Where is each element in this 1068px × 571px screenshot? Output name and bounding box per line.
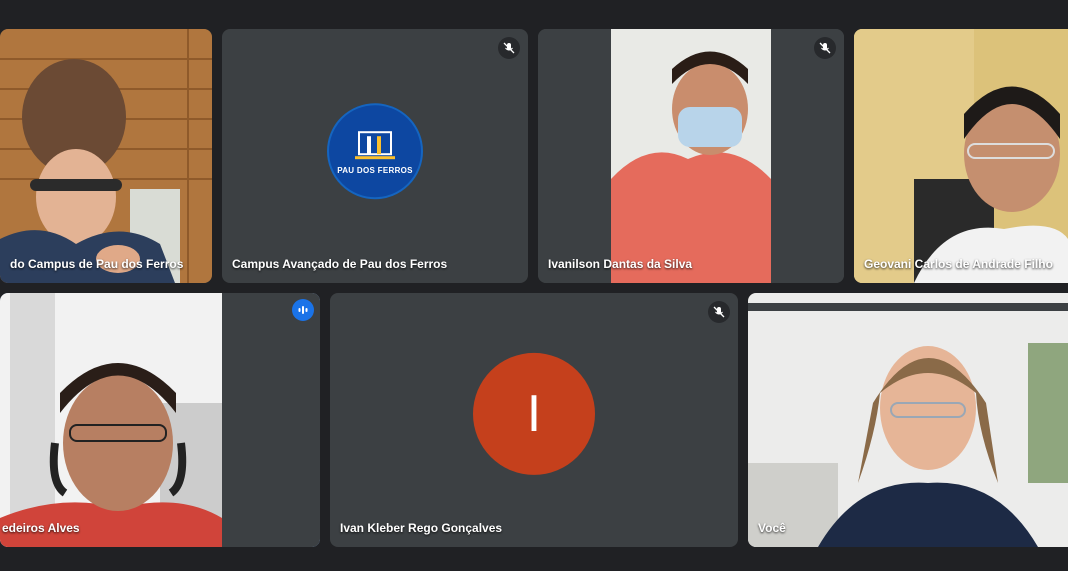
mic-off-icon bbox=[498, 37, 520, 59]
participant-name-5: edeiros Alves bbox=[2, 521, 80, 535]
participant-name-6: Ivan Kleber Rego Gonçalves bbox=[340, 521, 503, 535]
participant-tile-5[interactable]: edeiros Alves bbox=[0, 293, 320, 547]
mic-off-icon bbox=[814, 37, 836, 59]
participant-name-1: do Campus de Pau dos Ferros bbox=[10, 257, 184, 271]
participant-name-4: Geovani Carlos de Andrade Filho bbox=[864, 257, 1053, 271]
participant-video-1 bbox=[0, 29, 212, 283]
speaking-indicator-icon bbox=[292, 299, 314, 321]
participant-tile-2[interactable]: PAU DOS FERROS Campus Avançado de Pau do… bbox=[222, 29, 528, 283]
participant-name-2: Campus Avançado de Pau dos Ferros bbox=[232, 257, 448, 271]
mic-off-icon bbox=[708, 301, 730, 323]
participant-tile-self[interactable]: Você bbox=[748, 293, 1068, 547]
participant-name-self: Você bbox=[758, 521, 786, 535]
participant-video-3 bbox=[538, 29, 844, 283]
participant-video-self bbox=[748, 293, 1068, 547]
campus-logo: PAU DOS FERROS bbox=[327, 103, 423, 200]
building-icon bbox=[355, 130, 395, 159]
participant-avatar: I bbox=[473, 352, 595, 475]
participant-name-3: Ivanilson Dantas da Silva bbox=[548, 257, 693, 271]
participant-tile-6[interactable]: I Ivan Kleber Rego Gonçalves bbox=[330, 293, 738, 547]
participant-tile-3[interactable]: Ivanilson Dantas da Silva bbox=[538, 29, 844, 283]
participant-video-4 bbox=[854, 29, 1068, 283]
participant-tile-1[interactable]: do Campus de Pau dos Ferros bbox=[0, 29, 212, 283]
logo-text: PAU DOS FERROS bbox=[337, 165, 413, 175]
participant-video-5 bbox=[0, 293, 320, 547]
participant-tile-4[interactable]: Geovani Carlos de Andrade Filho bbox=[854, 29, 1068, 283]
